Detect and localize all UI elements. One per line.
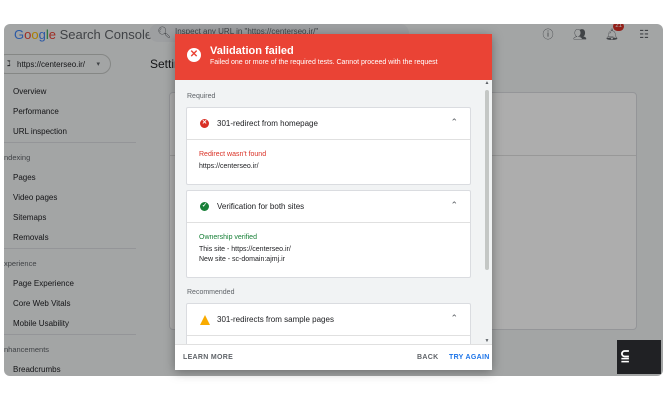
chevron-up-icon[interactable]: ⌃ xyxy=(450,200,458,211)
detail-status: Redirect wasn't found xyxy=(199,151,267,158)
chevron-up-icon[interactable]: ⌃ xyxy=(450,313,458,324)
check-title: 301-redirects from sample pages xyxy=(217,315,334,324)
required-label: Required xyxy=(187,93,216,100)
detail-line: New site - sc-domain:ajmj.ir xyxy=(199,256,285,263)
scroll-thumb[interactable] xyxy=(485,90,489,270)
error-icon: ✕ xyxy=(187,48,201,62)
back-button[interactable]: BACK xyxy=(417,354,438,361)
check-title: Verification for both sites xyxy=(217,202,305,211)
dialog-scrollbar[interactable]: ▲ ▼ xyxy=(484,80,490,344)
detail-line: https://centerseo.ir/ xyxy=(199,163,259,170)
detail-status: Ownership verified xyxy=(199,234,257,241)
check-header[interactable]: 301-redirects from sample pages ⌃ xyxy=(187,304,470,336)
watermark-glyph: ⫅ xyxy=(621,346,629,367)
validation-dialog: ✕ Validation failed Failed one or more o… xyxy=(175,34,492,370)
dialog-subtitle: Failed one or more of the required tests… xyxy=(210,59,438,66)
chevron-up-icon[interactable]: ⌃ xyxy=(450,117,458,128)
check-title: 301-redirect from homepage xyxy=(217,119,318,128)
dialog-footer: LEARN MORE BACK TRY AGAIN xyxy=(175,344,492,370)
check-header[interactable]: ✓ Verification for both sites ⌃ xyxy=(187,191,470,223)
check-sample-redirects: 301-redirects from sample pages ⌃ xyxy=(186,303,471,344)
recommended-label: Recommended xyxy=(187,289,235,296)
check-detail: Ownership verified This site - https://c… xyxy=(199,234,291,265)
dialog-body[interactable]: Required ✕ 301-redirect from homepage ⌃ … xyxy=(175,80,492,344)
check-homepage-redirect: ✕ 301-redirect from homepage ⌃ Redirect … xyxy=(186,107,471,185)
error-icon: ✕ xyxy=(200,119,209,128)
check-detail: Redirect wasn't found https://centerseo.… xyxy=(199,151,266,172)
check-icon: ✓ xyxy=(200,202,209,211)
detail-line: This site - https://centerseo.ir/ xyxy=(199,246,291,253)
dialog-title: Validation failed xyxy=(210,45,294,57)
scroll-up-icon[interactable]: ▲ xyxy=(484,80,490,86)
dialog-header: ✕ Validation failed Failed one or more o… xyxy=(175,34,492,80)
watermark-logo: ⫅ xyxy=(617,340,661,374)
check-verification: ✓ Verification for both sites ⌃ Ownershi… xyxy=(186,190,471,278)
learn-more-button[interactable]: LEARN MORE xyxy=(183,354,233,361)
check-header[interactable]: ✕ 301-redirect from homepage ⌃ xyxy=(187,108,470,140)
warning-icon xyxy=(200,315,210,325)
try-again-button[interactable]: TRY AGAIN xyxy=(449,354,490,361)
